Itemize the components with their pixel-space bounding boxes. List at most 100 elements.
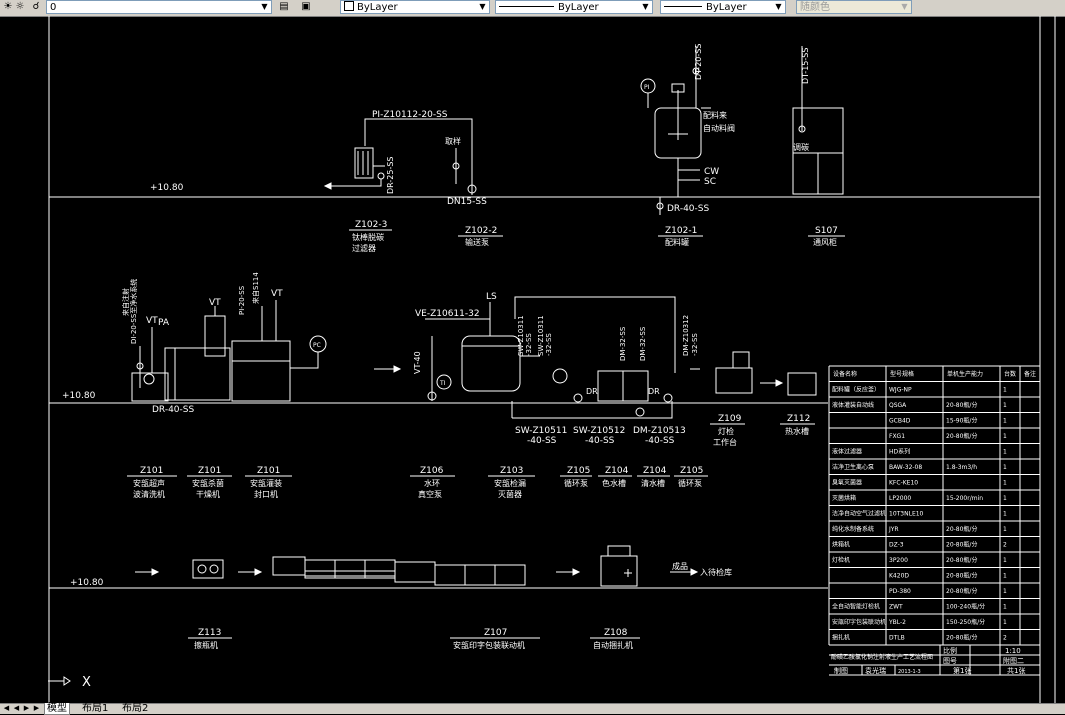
table-cell: 烘箱机 [832, 541, 850, 549]
label-ls: LS [486, 292, 497, 302]
table-cell: 1 [1003, 402, 1007, 409]
equip-top-2: Z102-1 配料罐 [658, 226, 703, 247]
color-value: ByLayer [357, 2, 398, 13]
lock-icon[interactable]: ☌ [30, 1, 42, 13]
color-dropdown[interactable]: ByLayer ▼ [340, 0, 490, 14]
label-vt-a: VT [146, 316, 158, 326]
equip-top-0-line2: 过滤器 [352, 243, 376, 253]
date-value: 2013-1-3 [898, 669, 921, 675]
equip-top-0-tag: Z102-3 [355, 220, 387, 230]
lineweight-preview [664, 6, 702, 7]
layer-dropdown[interactable]: 0 ▼ [46, 0, 272, 14]
equip-top-0: Z102-3 钛棒脱碳 过滤器 [349, 220, 392, 253]
tab-model[interactable]: 模型 [44, 703, 70, 715]
equip-bottom-1-tag: Z107 [484, 628, 507, 638]
table-cell: 液体过滤器 [832, 448, 862, 456]
table-cell: 洁净卫生离心泵 [832, 463, 874, 471]
equip-mid-1-tag: Z112 [787, 414, 810, 424]
layer-state-icon[interactable]: ☀ [2, 1, 14, 13]
equip-row-7-line1: 清水槽 [641, 478, 665, 488]
label-sw0311d: -32-SS [545, 333, 553, 356]
table-cell: QSGA [889, 402, 907, 409]
table-cell: GCB4D [889, 418, 911, 425]
table-cell: PD-380 [889, 588, 911, 595]
gauge-pi-label: PI [644, 84, 650, 91]
label-pi-line: PI-Z10112-20-SS [372, 110, 448, 120]
label-dm-z10312b: -32-SS [691, 333, 699, 356]
label-sw0311b: -32-SS [525, 333, 533, 356]
label-sw10512: SW-Z10512 [573, 426, 625, 436]
label-pi-mid: PI-20-SS [238, 285, 246, 315]
equip-row-3: Z106 水环真空泵 [410, 466, 455, 499]
prev-tab-icon[interactable]: ◀ [12, 704, 21, 713]
label-dr-a: DR [586, 387, 598, 396]
last-tab-icon[interactable]: ▶ [32, 704, 41, 713]
equipment-table: 设备名称 型号规格 单机生产能力 台数 备注配料罐（反应釜） WJG-NP 1 液体灌装自动线… [828, 365, 1041, 676]
equip-row-2: Z101 安瓿灌装封口机 [245, 466, 292, 499]
equip-row-0: Z101 安瓿超声波清洗机 [127, 466, 177, 499]
table-cell: BAW-32-08 [889, 464, 922, 471]
linetype-preview [499, 6, 554, 7]
linetype-dropdown[interactable]: ByLayer ▼ [495, 0, 653, 14]
drawing-canvas[interactable]: +10.80 PI-Z10112-20-SS DR-25-SS 取样 DN15-… [0, 16, 1065, 703]
leak-sterilizer [461, 335, 521, 392]
first-tab-icon[interactable]: ◀ [2, 704, 11, 713]
label-dm32a: DM-32-SS [619, 326, 627, 361]
equip-bottom-0-line1: 擦瓶机 [194, 640, 218, 650]
equip-mid-0: Z109 灯检 工作台 [710, 414, 745, 447]
equip-row-3-tag: Z106 [420, 466, 444, 476]
equip-row-2-line1: 安瓿灌装 [250, 478, 282, 488]
layer-value: 0 [50, 2, 57, 13]
make-layer-current-icon[interactable]: ▤ [278, 1, 290, 13]
equip-bottom-1: Z107 安瓿印字包装联动机 [450, 628, 540, 650]
equip-row-5-tag: Z105 [567, 466, 590, 476]
layer-previous-icon[interactable]: ▣ [300, 1, 312, 13]
layout-tabs-bar: ◀ ◀ ▶ ▶ 模型 布局1 布局2 [0, 703, 1065, 715]
equip-row-1-line2: 干燥机 [196, 489, 220, 499]
chevron-down-icon: ▼ [642, 2, 649, 11]
equip-row-2-tag: Z101 [257, 466, 280, 476]
equip-row-4-line1: 安瓿检漏 [494, 478, 526, 488]
table-cell: 全自动智能灯检机 [832, 603, 880, 611]
table-cell: ZWT [889, 604, 903, 611]
lineweight-dropdown[interactable]: ByLayer ▼ [660, 0, 786, 14]
table-cell: 纯化水制备系统 [832, 525, 874, 533]
hot-water-tank [787, 372, 817, 396]
ucs-icon: X [48, 675, 91, 690]
table-cell: 10T3NLE10 [889, 511, 924, 518]
label-sw10512b: -40-SS [585, 436, 615, 446]
level-bottom: +10.80 [70, 578, 104, 588]
equip-row-8-line1: 循环泵 [678, 478, 702, 488]
label-dm-z10312: DM-Z10312 [682, 315, 690, 356]
table-cell: 100-240瓶/分 [946, 603, 985, 611]
chevron-down-icon: ▼ [479, 2, 486, 11]
table-cell: FXG1 [889, 433, 905, 440]
equip-mid-1-line1: 热水槽 [785, 426, 809, 436]
equip-row-4-line2: 灭菌器 [498, 489, 522, 499]
label-dr40-top: DR-40-SS [667, 204, 709, 214]
label-dr-b: DR [648, 387, 660, 396]
chevron-down-icon: ▼ [775, 2, 782, 11]
equip-row-0-line1: 安瓿超声 [133, 478, 165, 488]
equip-top-3-tag: S107 [815, 226, 838, 236]
equip-row-2-line2: 封口机 [254, 489, 278, 499]
table-cell: 灯检机 [832, 556, 850, 564]
equip-row-1-tag: Z101 [198, 466, 221, 476]
table-cell: 2 [1003, 635, 1007, 642]
tab-layout2[interactable]: 布局2 [120, 703, 150, 714]
table-header-cell: 设备名称 [833, 370, 857, 378]
equip-bottom-0-tag: Z113 [198, 628, 221, 638]
label-vent: 调碳 [793, 142, 809, 152]
linetype-value: ByLayer [558, 2, 599, 13]
equip-top-2-tag: Z102-1 [665, 226, 697, 236]
equip-top-0-line1: 钛棒脱碳 [352, 232, 384, 242]
plotstyle-value: 随颜色 [800, 2, 830, 13]
packaging-line [272, 556, 526, 586]
freeze-icon[interactable]: ☼ [14, 1, 26, 13]
tab-layout1[interactable]: 布局1 [80, 703, 110, 714]
table-cell: 1 [1003, 619, 1007, 626]
next-tab-icon[interactable]: ▶ [22, 704, 31, 713]
label-mid-b: DI-20-SS至净水系统 [129, 279, 138, 344]
valve-icon [377, 172, 385, 180]
table-cell: 捆扎机 [832, 634, 850, 642]
